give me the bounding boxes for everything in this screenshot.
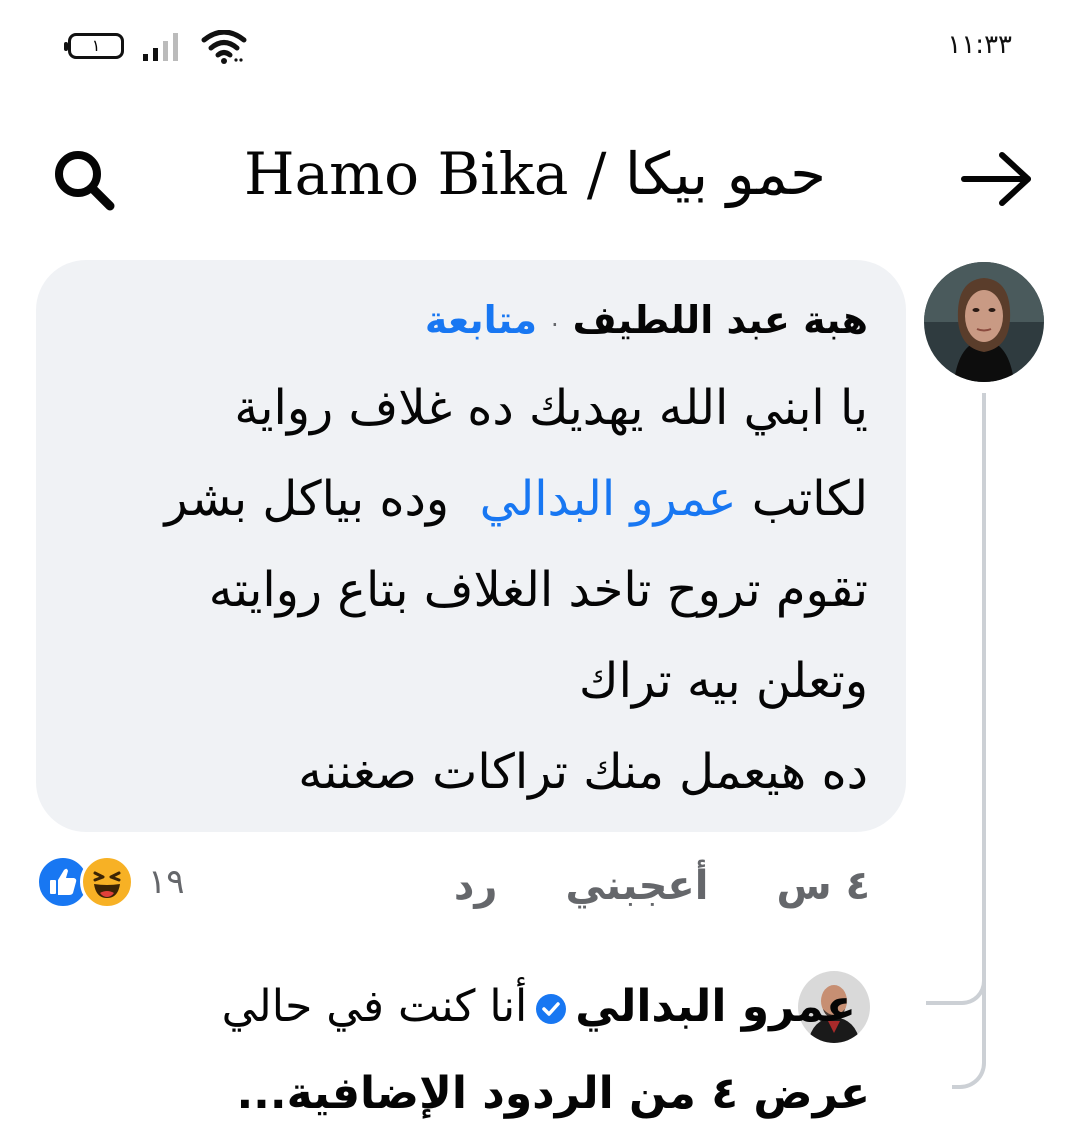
comment-line: وتعلن بيه تراك bbox=[579, 653, 868, 709]
header: Hamo Bika / حمو بيكا bbox=[0, 120, 1080, 230]
reactions-summary[interactable]: ١٩ bbox=[36, 855, 185, 909]
comment-line: لكاتب عمرو البدالي وده بياكل بشر bbox=[74, 454, 868, 545]
battery-level: ١ bbox=[91, 36, 101, 55]
verified-badge-icon bbox=[536, 994, 567, 1024]
clock: ١١:٣٣ bbox=[947, 30, 1012, 60]
comment-line-suffix: وده بياكل بشر bbox=[164, 471, 480, 527]
comment-author[interactable]: هبة عبد اللطيف bbox=[573, 298, 868, 342]
comment-body: يا ابني الله يهديك ده غلاف رواية لكاتب ع… bbox=[74, 363, 868, 818]
battery-icon: ١ bbox=[64, 33, 124, 59]
reply-author[interactable]: عمرو البدالي bbox=[575, 981, 856, 1032]
page-title: Hamo Bika / حمو بيكا bbox=[244, 140, 826, 208]
comment-time: ٤ س bbox=[776, 863, 870, 909]
search-icon[interactable] bbox=[46, 142, 118, 214]
follow-button[interactable]: متابعة bbox=[425, 298, 537, 342]
haha-icon bbox=[80, 855, 134, 909]
comment-bubble: هبة عبد اللطيف · متابعة يا ابني الله يهديك… bbox=[36, 260, 906, 832]
comment-line-prefix: لكاتب bbox=[736, 471, 868, 527]
view-more-replies-link[interactable]: عرض ٤ من الردود الإضافية... bbox=[236, 1068, 870, 1119]
reaction-count: ١٩ bbox=[148, 862, 185, 902]
signal-icon bbox=[143, 33, 178, 61]
comment-line: ده هيعمل منك تراكات صغننه bbox=[298, 744, 868, 800]
mention-link[interactable]: عمرو البدالي bbox=[480, 471, 737, 527]
reply-comment: عمرو البدالي أنا كنت في حالي bbox=[166, 974, 856, 1040]
comment-line: يا ابني الله يهديك ده غلاف رواية bbox=[234, 380, 868, 436]
wifi-icon bbox=[201, 30, 247, 64]
comment-header: هبة عبد اللطيف · متابعة bbox=[74, 290, 868, 355]
reply-button[interactable]: رد bbox=[454, 863, 498, 909]
reply-body: أنا كنت في حالي bbox=[221, 981, 528, 1032]
avatar-portrait-icon bbox=[924, 262, 1044, 382]
avatar[interactable] bbox=[924, 262, 1044, 382]
arrow-right-icon[interactable] bbox=[956, 148, 1038, 210]
comment-actions: ٤ س أعجبني رد bbox=[454, 856, 870, 916]
comment-line: تقوم تروح تاخد الغلاف بتاع روايته bbox=[208, 562, 868, 618]
status-bar: ١ ١١:٣٣ bbox=[0, 0, 1080, 100]
separator-dot: · bbox=[550, 311, 559, 339]
like-button[interactable]: أعجبني bbox=[565, 863, 708, 909]
